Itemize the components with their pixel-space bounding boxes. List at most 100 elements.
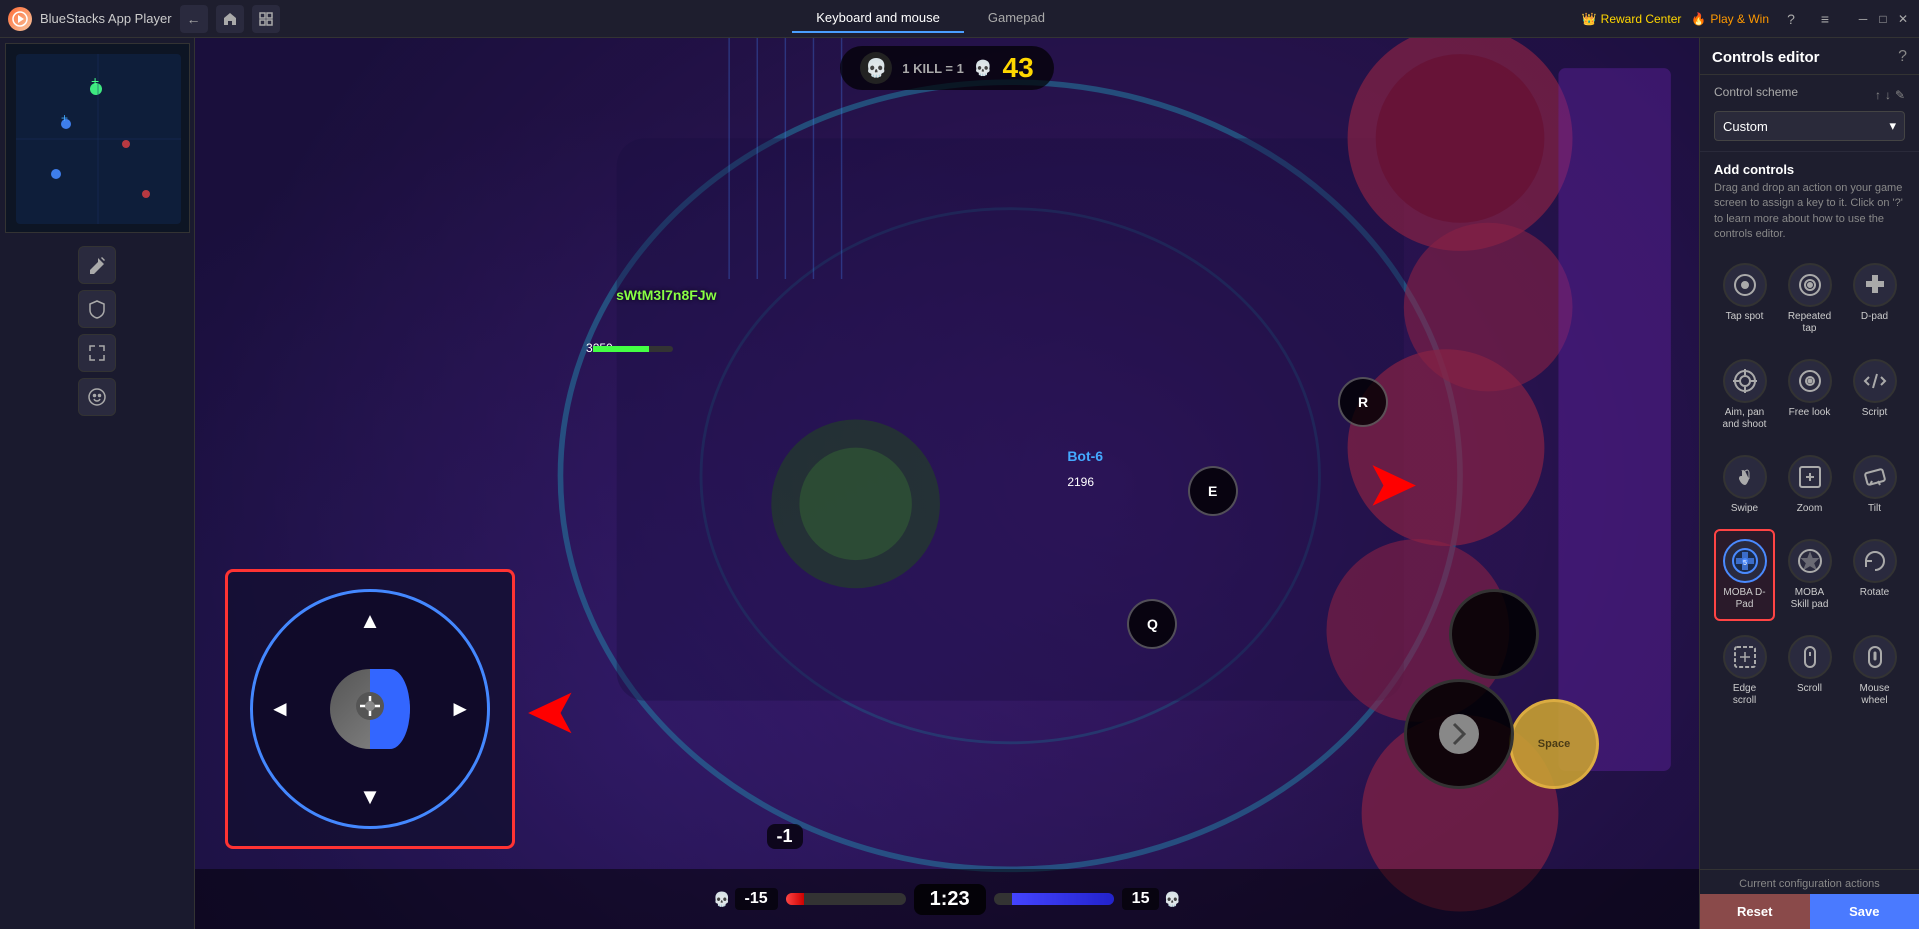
control-scroll[interactable]: Scroll [1779, 625, 1840, 717]
health-bar-left [786, 893, 906, 905]
health-bar-right [994, 893, 1114, 905]
moba-skill-pad-icon [1788, 539, 1832, 583]
dpad-left-arrow[interactable]: ◄ [269, 696, 291, 722]
tap-spot-icon [1723, 263, 1767, 307]
control-tap-spot[interactable]: Tap spot [1714, 253, 1775, 345]
restore-button[interactable]: □ [1875, 11, 1891, 27]
control-script[interactable]: Script [1844, 349, 1905, 441]
save-button[interactable]: Save [1810, 894, 1919, 929]
minimap: + + [5, 43, 190, 233]
control-aim-pan-shoot[interactable]: Aim, pan and shoot [1714, 349, 1775, 441]
editor-help-icon[interactable]: ? [1898, 48, 1907, 66]
game-timer: 1:23 [914, 884, 986, 915]
title-tabs: Keyboard and mouse Gamepad [280, 4, 1582, 33]
hud-bottom-inner: 💀 -15 1:23 15 💀 [713, 884, 1181, 915]
script-icon [1853, 359, 1897, 403]
red-arrow-left: ➤ [525, 674, 579, 749]
scheme-title: Control scheme [1714, 85, 1798, 99]
app-name: BlueStacks App Player [40, 11, 172, 26]
space-button[interactable]: Space [1509, 699, 1599, 789]
tabs-button[interactable] [252, 5, 280, 33]
control-zoom[interactable]: Zoom [1779, 445, 1840, 525]
edge-scroll-label: Edge scroll [1720, 683, 1769, 707]
kill-count: 43 [1003, 52, 1034, 84]
control-moba-skill-pad[interactable]: MOBA Skill pad [1779, 529, 1840, 621]
scroll-label: Scroll [1797, 683, 1822, 695]
add-controls-section: Add controls Drag and drop an action on … [1700, 152, 1919, 727]
key-e-button[interactable]: E [1188, 466, 1238, 516]
crown-icon: 👑 [1582, 12, 1597, 26]
game-area[interactable]: 💀 1 KILL = 1 💀 43 sWtM3l7n8FJw 3250 Bot-… [195, 38, 1699, 929]
skull-icon: 💀 [860, 52, 892, 84]
close-button[interactable]: ✕ [1895, 11, 1911, 27]
moba-dpad-overlay[interactable]: ▲ ▼ ◄ ► [225, 569, 515, 849]
control-scheme-dropdown[interactable]: Custom ▾ [1714, 111, 1905, 141]
aim-pan-shoot-label: Aim, pan and shoot [1720, 407, 1769, 431]
control-mouse-wheel[interactable]: Mouse wheel [1844, 625, 1905, 717]
rotate-label: Rotate [1860, 587, 1889, 599]
controls-grid: Tap spot Repeated tap D-pad [1714, 253, 1905, 717]
large-btn-2[interactable] [1449, 589, 1539, 679]
editor-title: Controls editor [1712, 49, 1820, 66]
dpad-center-icon [352, 688, 388, 731]
menu-icon[interactable]: ≡ [1813, 7, 1837, 31]
title-bar: BlueStacks App Player ← Keyboard and mou… [0, 0, 1919, 38]
skull-counter: 💀 1 KILL = 1 💀 43 [840, 46, 1053, 90]
help-icon[interactable]: ? [1779, 7, 1803, 31]
swipe-label: Swipe [1731, 503, 1758, 515]
add-controls-title: Add controls [1714, 162, 1905, 177]
d-pad-icon [1853, 263, 1897, 307]
bot-name: Bot-6 [1067, 448, 1103, 464]
key-r-button[interactable]: R [1338, 377, 1388, 427]
expand-icon-button[interactable] [78, 334, 116, 372]
editor-footer: Current configuration actions Reset Save [1700, 869, 1919, 929]
control-repeated-tap[interactable]: Repeated tap [1779, 253, 1840, 345]
player-health-bar [593, 346, 673, 352]
large-btn-1[interactable] [1404, 679, 1514, 789]
tab-gamepad[interactable]: Gamepad [964, 4, 1069, 33]
control-free-look[interactable]: Free look [1779, 349, 1840, 441]
shield-icon-button[interactable] [78, 290, 116, 328]
moba-skill-pad-label: MOBA Skill pad [1785, 587, 1834, 611]
left-sidebar: + + [0, 38, 195, 929]
kill-icon: 💀 [974, 59, 993, 77]
home-button[interactable] [216, 5, 244, 33]
zoom-label: Zoom [1797, 503, 1823, 515]
tap-spot-label: Tap spot [1726, 311, 1764, 323]
dpad-circle[interactable]: ▲ ▼ ◄ ► [250, 589, 490, 829]
tilt-label: Tilt [1868, 503, 1881, 515]
scroll-icon [1788, 635, 1832, 679]
minimize-button[interactable]: ─ [1855, 11, 1871, 27]
svg-text:+: + [91, 73, 99, 89]
team-score-left: 💀 -15 [713, 888, 778, 910]
mouse-wheel-icon [1853, 635, 1897, 679]
d-pad-label: D-pad [1861, 311, 1888, 323]
control-d-pad[interactable]: D-pad [1844, 253, 1905, 345]
face-icon-button[interactable] [78, 378, 116, 416]
tab-keyboard-mouse[interactable]: Keyboard and mouse [792, 4, 964, 33]
footer-buttons: Reset Save [1700, 894, 1919, 929]
control-rotate[interactable]: Rotate [1844, 529, 1905, 621]
dpad-center[interactable] [330, 669, 410, 749]
reward-center-button[interactable]: 👑 Reward Center [1582, 12, 1682, 26]
script-label: Script [1862, 407, 1888, 419]
team-score-right: 15 💀 [1122, 888, 1181, 910]
control-tilt[interactable]: Tilt [1844, 445, 1905, 525]
control-swipe[interactable]: Swipe [1714, 445, 1775, 525]
repeated-tap-label: Repeated tap [1785, 311, 1834, 335]
edge-scroll-icon [1723, 635, 1767, 679]
dpad-down-arrow[interactable]: ▼ [359, 784, 381, 810]
sword-icon-button[interactable] [78, 246, 116, 284]
upload-icon[interactable]: ↑ [1875, 88, 1881, 102]
controls-editor: Controls editor ? Control scheme ↑ ↓ ✎ C… [1699, 38, 1919, 929]
dpad-up-arrow[interactable]: ▲ [359, 608, 381, 634]
play-win-button[interactable]: 🔥 Play & Win [1691, 12, 1769, 26]
back-button[interactable]: ← [180, 5, 208, 33]
edit-icon[interactable]: ✎ [1895, 88, 1905, 102]
dpad-right-arrow[interactable]: ► [449, 696, 471, 722]
control-moba-dpad[interactable]: 5 MOBA D-Pad [1714, 529, 1775, 621]
negative-score: -1 [767, 824, 803, 849]
reset-button[interactable]: Reset [1700, 894, 1810, 929]
download-icon[interactable]: ↓ [1885, 88, 1891, 102]
control-edge-scroll[interactable]: Edge scroll [1714, 625, 1775, 717]
